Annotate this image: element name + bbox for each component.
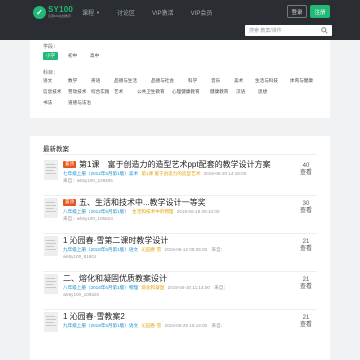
item-source-label: 来自： (214, 285, 229, 290)
lesson-plan-list: 最新教案 置顶 第1课 富于创造力的造型艺术ppt配套的教学设计方案 七年级上册… (30, 136, 330, 360)
nav-item-vip-member[interactable]: VIP会员 (191, 8, 213, 17)
item-category[interactable]: 沁园春·雪 (141, 323, 161, 328)
nav-item-vip-activate[interactable]: VIP激活 (152, 8, 174, 17)
document-icon (44, 274, 58, 294)
list-item[interactable]: 1 沁园春·雪第二课时教学设计 九年级上册（2018年6月第1版）语文 沁园春·… (43, 234, 317, 272)
subject-chip[interactable]: 健康教育 (210, 88, 228, 96)
subject-chip[interactable]: 体育与健康 (290, 77, 313, 85)
item-time: 2019-06-20 14:16:00 (203, 171, 247, 176)
logo-name: SY100 (48, 5, 74, 14)
logo-badge-icon: ✓ (33, 5, 46, 19)
subject-chip[interactable]: 书法 (43, 99, 52, 107)
nav-item-label: 讨论区 (116, 10, 135, 17)
item-category[interactable]: 熔化和凝固 (141, 285, 164, 290)
pinned-badge: 置顶 (63, 161, 76, 168)
view-count: 21 查看 (299, 315, 312, 329)
list-item[interactable]: 1 沁园春·雪教案2 九年级上册（2018年6月第1版）语文 沁园春·雪 201… (43, 310, 317, 348)
subject-chip[interactable]: 思想 (258, 88, 267, 96)
subject-chip[interactable]: 生活与科技 (255, 77, 278, 85)
item-title[interactable]: 第1课 富于创造力的造型艺术ppt配套的教学设计方案 (79, 159, 271, 170)
document-icon (44, 198, 58, 218)
subject-chip[interactable]: 汉语 (236, 88, 245, 96)
item-author: 来自：wk5y100_105523 (63, 216, 113, 221)
view-count: 21 查看 (299, 239, 312, 253)
section-title: 最新教案 (43, 146, 69, 153)
subject-chip[interactable]: 品德与社会 (151, 77, 174, 85)
item-time: 2019-06-18 09:10:00 (176, 209, 220, 214)
top-navbar: ✓ SY100 善源100在线教育 课程 ▼ 讨论区 VIP激活 VIP会员 登… (0, 0, 360, 24)
item-time: 2019-06-30 11:14:00 (167, 285, 210, 290)
item-source-label: 来自： (211, 247, 226, 252)
item-category[interactable]: 第1课 富于创造力的造型艺术 (141, 171, 200, 176)
subject-chip[interactable]: 综合实践 (91, 88, 109, 96)
nav-item-label: VIP会员 (190, 10, 213, 17)
subject-chip[interactable]: 品德与生活 (114, 77, 137, 85)
subject-chip[interactable]: 艺术 (114, 88, 123, 96)
nav-item-courses[interactable]: 课程 ▼ (82, 8, 100, 17)
item-title[interactable]: 二、熔化和凝固优质教案设计 (63, 273, 167, 284)
item-category[interactable]: 沁园春·雪 (141, 247, 161, 252)
item-time: 2019-05-25 15:14:00 (164, 323, 208, 328)
view-count: 21 查看 (299, 277, 312, 291)
item-author: 来自：wk5y100_128405 (63, 178, 113, 183)
search-box (245, 25, 332, 36)
item-author: wk5y100_81901 (63, 254, 97, 259)
list-item[interactable]: 置顶 第1课 富于创造力的造型艺术ppt配套的教学设计方案 七年级上册（2012… (43, 158, 317, 196)
item-grade[interactable]: 七年级上册（2012年6月第1版）美术 (63, 171, 138, 176)
subject-chip[interactable]: 劳动技术 (68, 88, 86, 96)
item-time: 2019-06-12 08:25:00 (164, 247, 208, 252)
logo-subtitle: 善源100在线教育 (48, 14, 72, 18)
site-logo[interactable]: ✓ SY100 善源100在线教育 (33, 4, 73, 20)
item-title[interactable]: 1 沁园春·雪第二课时教学设计 (63, 235, 168, 246)
subject-chip[interactable]: 英语 (91, 77, 100, 85)
item-title[interactable]: 1 沁园春·雪教案2 (63, 311, 125, 322)
divider (43, 154, 317, 155)
stage-chip-senior[interactable]: 高中 (90, 52, 99, 60)
login-button[interactable]: 登录 (287, 5, 307, 18)
subject-chip[interactable]: 心理健康教育 (172, 88, 200, 96)
document-icon (44, 160, 58, 180)
subject-chip[interactable]: 科学 (188, 77, 197, 85)
item-grade[interactable]: 八年级上册（2012年6月第1版） (63, 209, 129, 214)
subject-chip[interactable]: 美术 (234, 77, 243, 85)
subject-chip[interactable]: 信息技术 (43, 88, 61, 96)
item-grade[interactable]: 八年级上册（2016年6月第1版）物理 (63, 285, 138, 290)
stage-label: 学段： (43, 44, 59, 50)
nav-item-forum[interactable]: 讨论区 (117, 8, 135, 17)
subject-chip[interactable]: 公共卫生教育 (137, 88, 165, 96)
item-title[interactable]: 五、生活和技术中...教学设计一等奖 (79, 197, 206, 208)
stage-chip-primary[interactable]: 小学 (43, 52, 58, 60)
document-icon (44, 312, 58, 332)
search-input[interactable] (245, 25, 319, 36)
register-button[interactable]: 注册 (310, 5, 330, 18)
view-count: 40 查看 (299, 163, 312, 177)
pinned-badge: 置顶 (63, 199, 76, 206)
subject-chip[interactable]: 数学 (68, 77, 77, 85)
main-nav: 课程 ▼ 讨论区 VIP激活 VIP会员 (82, 0, 229, 24)
item-source-label: 来自： (211, 323, 226, 328)
item-grade[interactable]: 九年级上册（2018年6月第1版）语文 (63, 247, 138, 252)
filter-panel: 学段： 小学 初中 高中 科目： 语文 数学 英语 品德与生活 品德与社会 科学… (30, 40, 330, 118)
subject-chip[interactable]: 语文 (43, 77, 52, 85)
view-count: 30 查看 (299, 201, 312, 215)
search-icon[interactable] (319, 25, 330, 36)
nav-item-label: 课程 (82, 10, 95, 17)
item-grade[interactable]: 九年级上册（2018年6月第1版）语文 (63, 323, 138, 328)
item-author: wk5y100_106520 (63, 292, 100, 297)
list-item[interactable]: 置顶 五、生活和技术中...教学设计一等奖 八年级上册（2012年6月第1版） … (43, 196, 317, 234)
subject-label: 科目： (43, 70, 59, 76)
list-item[interactable]: 二、熔化和凝固优质教案设计 八年级上册（2016年6月第1版）物理 熔化和凝固 … (43, 272, 317, 310)
subject-chip[interactable]: 音乐 (211, 77, 220, 85)
subject-chip[interactable]: 道德与法治 (68, 99, 91, 107)
document-icon (44, 236, 58, 256)
nav-item-label: VIP激活 (152, 10, 174, 17)
item-category[interactable]: 生活和技术中的物理 (132, 209, 173, 214)
chevron-down-icon: ▼ (96, 9, 100, 15)
stage-chip-junior[interactable]: 初中 (68, 52, 77, 60)
